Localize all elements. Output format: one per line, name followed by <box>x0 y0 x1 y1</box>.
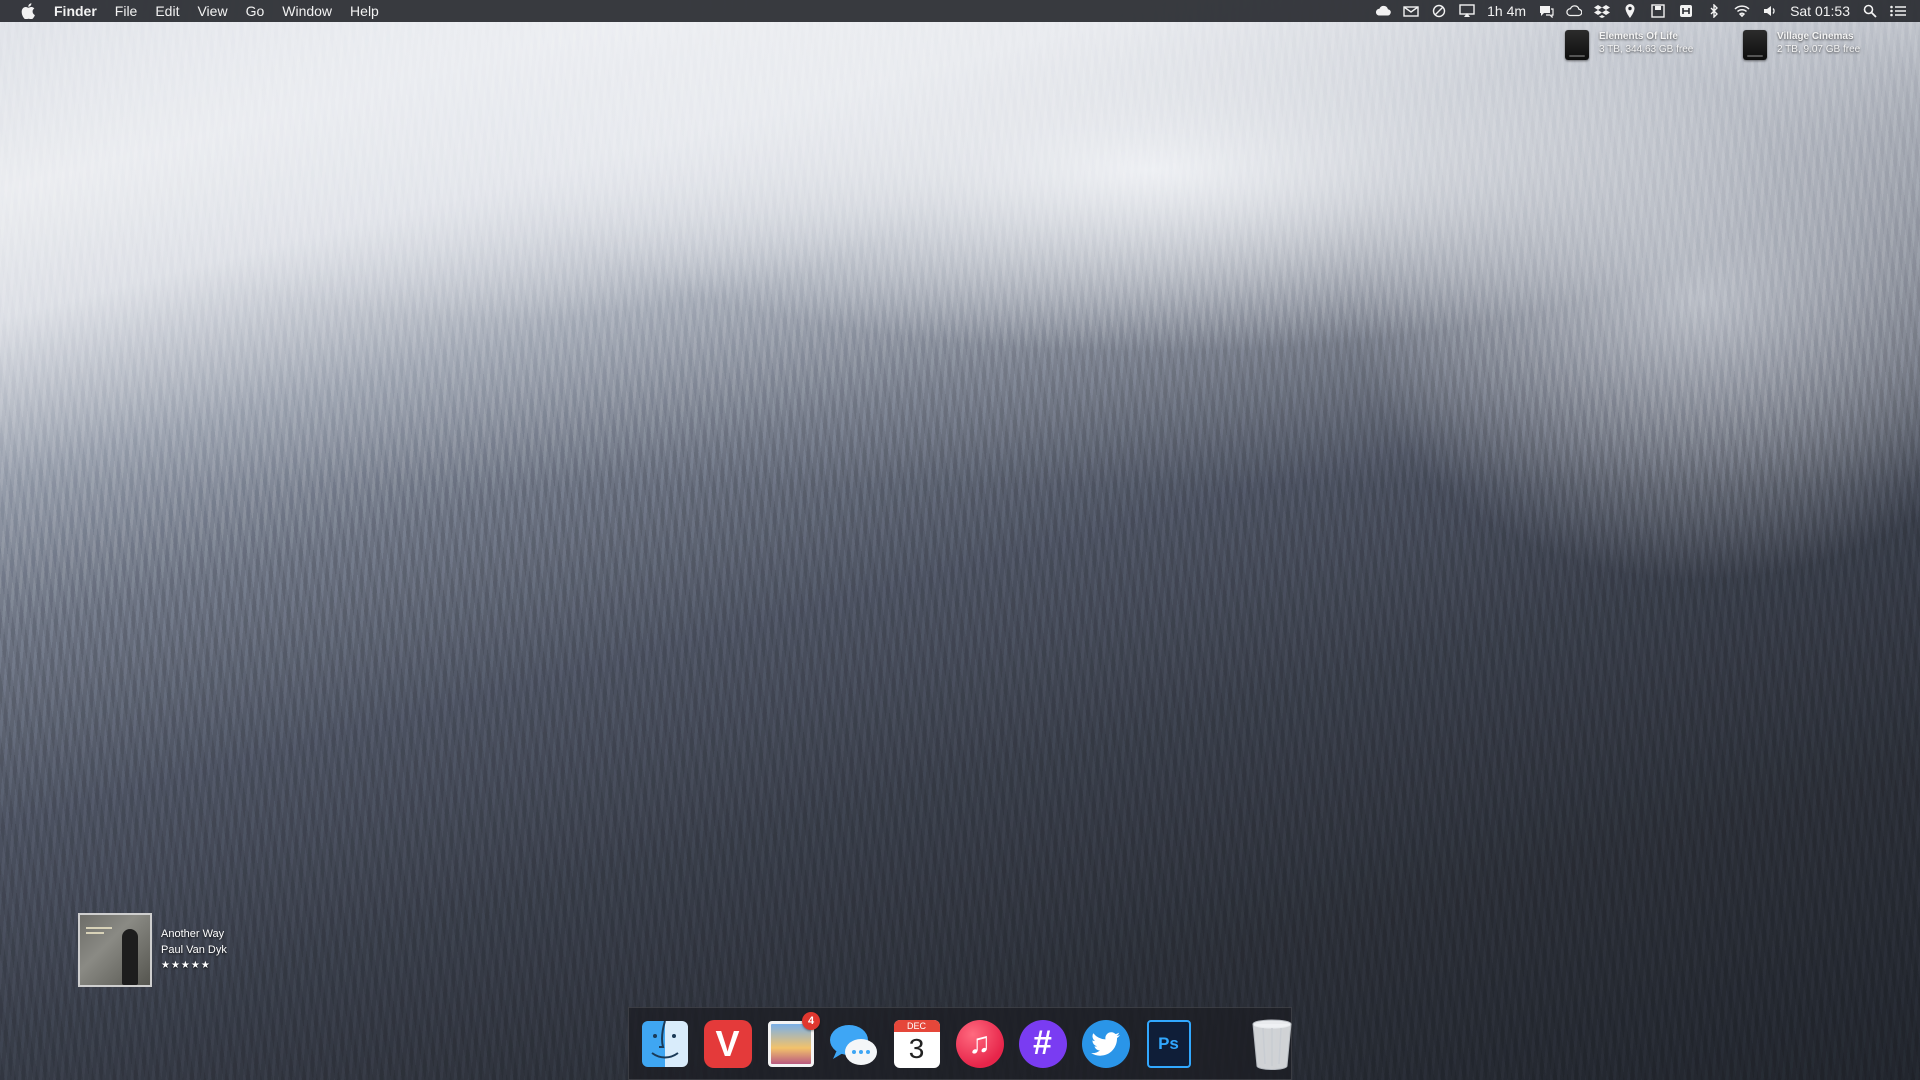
menu-go[interactable]: Go <box>246 3 265 19</box>
menu-view[interactable]: View <box>197 3 227 19</box>
notification-badge: 4 <box>802 1012 820 1030</box>
pin-icon[interactable] <box>1622 4 1638 18</box>
slack-icon: # <box>1018 1019 1067 1068</box>
creative-cloud-icon[interactable] <box>1566 4 1583 18</box>
volume-icon[interactable] <box>1762 4 1778 18</box>
battery-time-text[interactable]: 1h 4m <box>1487 3 1526 19</box>
external-drive-icon <box>1565 30 1589 60</box>
backup-icon[interactable] <box>1650 4 1666 18</box>
music-icon: ♫ <box>955 1019 1004 1068</box>
menu-help[interactable]: Help <box>350 3 379 19</box>
wifi-icon[interactable] <box>1734 4 1750 18</box>
dock: V 4 DEC 3 ♫ # Ps <box>628 1007 1292 1080</box>
external-drive-icon <box>1743 30 1767 60</box>
calendar-icon: DEC 3 <box>893 1019 940 1068</box>
dropbox-icon[interactable] <box>1594 4 1611 18</box>
menu-edit[interactable]: Edit <box>155 3 179 19</box>
dock-item-photoshop[interactable]: Ps <box>1143 1018 1194 1069</box>
clock[interactable]: Sat 01:53 <box>1790 3 1850 19</box>
finder-icon <box>641 1020 688 1067</box>
wallpaper-texture <box>0 0 1920 1080</box>
drive-name: Elements Of Life <box>1599 31 1678 42</box>
spotlight-search-icon[interactable] <box>1862 4 1878 18</box>
drive-detail: 2 TB, 9.07 GB free <box>1777 44 1861 55</box>
dock-item-preview[interactable]: 4 <box>765 1012 820 1069</box>
messages-icon <box>829 1022 879 1066</box>
calendar-month: DEC <box>893 1019 940 1032</box>
desktop-drive-village-cinemas[interactable]: Village Cinemas 2 TB, 9.07 GB free <box>1743 30 1860 60</box>
menu-app-finder[interactable]: Finder <box>54 3 97 19</box>
menu-file[interactable]: File <box>115 3 138 19</box>
wallpaper-fog <box>0 0 1920 1080</box>
track-rating[interactable]: ★★★★★ <box>161 958 227 974</box>
dock-item-trash[interactable] <box>1246 1018 1297 1070</box>
dock-item-messages[interactable] <box>828 1018 879 1069</box>
cloud-app-icon[interactable] <box>1375 4 1391 18</box>
menu-bar: Finder File Edit View Go Window Help 1h … <box>0 0 1920 22</box>
mail-activity-icon[interactable] <box>1403 4 1419 18</box>
dock-item-slack[interactable]: # <box>1017 1018 1068 1069</box>
track-title: Another Way <box>161 928 225 940</box>
notification-center-icon[interactable] <box>1890 4 1906 18</box>
bluetooth-icon[interactable] <box>1706 4 1722 18</box>
calendar-day: 3 <box>908 1032 925 1064</box>
trash-icon <box>1250 1018 1294 1070</box>
airplay-icon[interactable] <box>1459 4 1475 18</box>
drive-name: Village Cinemas <box>1777 31 1854 42</box>
apple-logo-icon[interactable] <box>20 3 36 19</box>
menu-window[interactable]: Window <box>282 3 332 19</box>
vivaldi-icon: V <box>703 1019 752 1068</box>
dock-item-finder[interactable] <box>639 1018 690 1069</box>
twitter-icon <box>1081 1019 1130 1068</box>
app-status-icon[interactable] <box>1678 4 1694 18</box>
album-art[interactable] <box>78 913 152 987</box>
track-artist: Paul Van Dyk <box>161 944 227 956</box>
desktop-drive-elements-of-life[interactable]: Elements Of Life 3 TB, 344.63 GB free <box>1565 30 1693 60</box>
messages-status-icon[interactable] <box>1538 4 1554 18</box>
dock-item-calendar[interactable]: DEC 3 <box>891 1018 942 1069</box>
timer-icon[interactable] <box>1431 4 1447 18</box>
dock-item-twitter[interactable] <box>1080 1018 1131 1069</box>
dock-item-vivaldi[interactable]: V <box>702 1018 753 1069</box>
now-playing-widget[interactable]: Another Way Paul Van Dyk ★★★★★ <box>78 913 227 987</box>
dock-item-music[interactable]: ♫ <box>954 1018 1005 1069</box>
drive-detail: 3 TB, 344.63 GB free <box>1599 44 1694 55</box>
photoshop-icon: Ps <box>1146 1019 1191 1068</box>
